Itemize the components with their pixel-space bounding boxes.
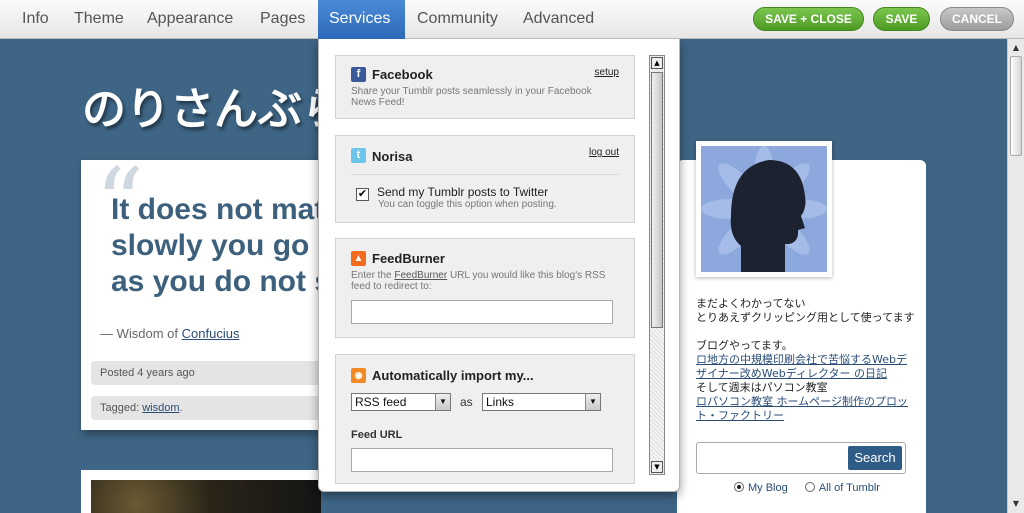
quote-source: — Wisdom of Confucius [100,326,239,341]
twitter-send-label: Send my Tumblr posts to Twitter [377,185,549,199]
quote-source-prefix: — Wisdom of [100,326,179,341]
tab-advanced[interactable]: Advanced [512,0,605,39]
designer-blog-link[interactable]: ロ地方の中規模印刷会社で苦悩するWebデザイナー改めWebディレクター の日記 [696,353,907,380]
rss-icon: ◉ [351,368,366,383]
customize-toolbar: Info Theme Appearance Pages Services Com… [0,0,1024,39]
sidebar: まだよくわかってない とりあえずクリッピング用として使ってます ブログやってます… [677,141,926,513]
weekend-text: そして週末はパソコン教室 [696,381,828,394]
tab-services[interactable]: Services [318,0,405,39]
blog-title: のりさんぶらぐ [82,84,318,135]
search-scope: My Blog All of Tumblr [734,482,880,494]
tab-theme[interactable]: Theme [63,0,135,39]
scroll-down-icon[interactable]: ▼ [1010,498,1022,510]
cancel-button[interactable]: CANCEL [940,7,1014,31]
quote-text: It does not matter how slowly you go so … [111,193,319,298]
import-type-value: Links [486,395,515,409]
window-scroll-thumb[interactable] [1010,56,1022,156]
radio-all-tumblr-label[interactable]: All of Tumblr [819,482,880,494]
panel-scroll-thumb[interactable] [651,72,663,328]
chevron-down-icon[interactable]: ▼ [435,394,450,410]
twitter-send-checkbox[interactable]: ✔ [356,188,369,201]
feed-url-input[interactable] [351,448,613,472]
blog-intro-text: ブログやってます。 [696,339,793,352]
chevron-down-icon[interactable]: ▼ [585,394,600,410]
feedburner-icon: ▲ [351,251,366,266]
window-scrollbar[interactable]: ▲ ▼ [1007,39,1024,513]
facebook-description: Share your Tumblr posts seamlessly in yo… [351,86,592,108]
radio-my-blog-label[interactable]: My Blog [748,482,788,494]
feedburner-url-input[interactable] [351,300,613,324]
sidebar-search: Search [696,442,906,474]
facebook-icon: f [351,67,366,82]
post-date[interactable]: Posted 4 years ago [91,361,319,385]
feedburner-service: ▲ FeedBurner Enter the FeedBurner URL yo… [335,238,635,338]
radio-all-tumblr[interactable] [804,482,815,492]
tab-community[interactable]: Community [406,0,509,39]
feedburner-link[interactable]: FeedBurner [394,270,447,281]
tab-appearance[interactable]: Appearance [136,0,244,39]
tab-pages[interactable]: Pages [249,0,316,39]
tab-info[interactable]: Info [11,0,60,39]
tags-label: Tagged: [100,402,140,414]
save-close-button[interactable]: SAVE + CLOSE [753,7,864,31]
save-button[interactable]: SAVE [873,7,930,31]
radio-my-blog[interactable] [734,482,744,492]
quote-post: “ It does not matter how slowly you go s… [81,160,319,430]
panel-scroll-down-icon[interactable]: ▼ [651,461,663,473]
import-type-select[interactable]: Links ▼ [482,393,601,411]
twitter-divider [351,174,619,175]
import-title: Automatically import my... [372,368,534,383]
import-source-select[interactable]: RSS feed ▼ [351,393,451,411]
feedburner-desc-pre: Enter the [351,270,395,281]
quote-author-link[interactable]: Confucius [182,326,240,341]
tag-link[interactable]: wisdom [142,402,179,414]
post-tags: Tagged: wisdom. [91,396,319,420]
tag-suffix: . [179,402,183,414]
twitter-icon: t [351,148,366,163]
import-as-label: as [460,395,473,409]
blog-description: まだよくわかってない とりあえずクリッピング用として使ってます ブログやってます… [696,297,916,423]
scroll-up-icon[interactable]: ▲ [1010,42,1022,54]
twitter-account-name: Norisa [372,149,413,164]
avatar[interactable] [696,141,832,277]
facebook-title: Facebook [372,67,433,82]
import-source-value: RSS feed [355,395,407,409]
photo-post [81,470,321,513]
panel-scroll-up-icon[interactable]: ▲ [651,57,663,69]
pc-school-link[interactable]: ロパソコン教室 ホームページ制作のプロット・ファクトリー [696,395,908,422]
twitter-send-hint: You can toggle this option when posting. [378,199,557,210]
twitter-service: t Norisa log out ✔ Send my Tumblr posts … [335,135,635,223]
search-input[interactable] [700,446,846,470]
feedburner-description: Enter the FeedBurner URL you would like … [351,270,616,292]
facebook-service: f Facebook setup Share your Tumblr posts… [335,55,635,119]
import-service: ◉ Automatically import my... RSS feed ▼ … [335,354,635,484]
description-line-1: まだよくわかってない [696,297,806,310]
services-scrollbar[interactable]: ▲ ▼ [649,55,665,475]
twitter-logout-link[interactable]: log out [589,147,619,158]
search-button[interactable]: Search [848,446,902,470]
post-photo[interactable] [91,480,321,513]
description-line-2: とりあえずクリッピング用として使ってます [696,311,915,324]
services-panel: f Facebook setup Share your Tumblr posts… [318,39,680,492]
avatar-silhouette-icon [701,146,827,272]
facebook-setup-link[interactable]: setup [595,67,619,78]
feedburner-title: FeedBurner [372,251,445,266]
feed-url-label: Feed URL [351,429,403,441]
